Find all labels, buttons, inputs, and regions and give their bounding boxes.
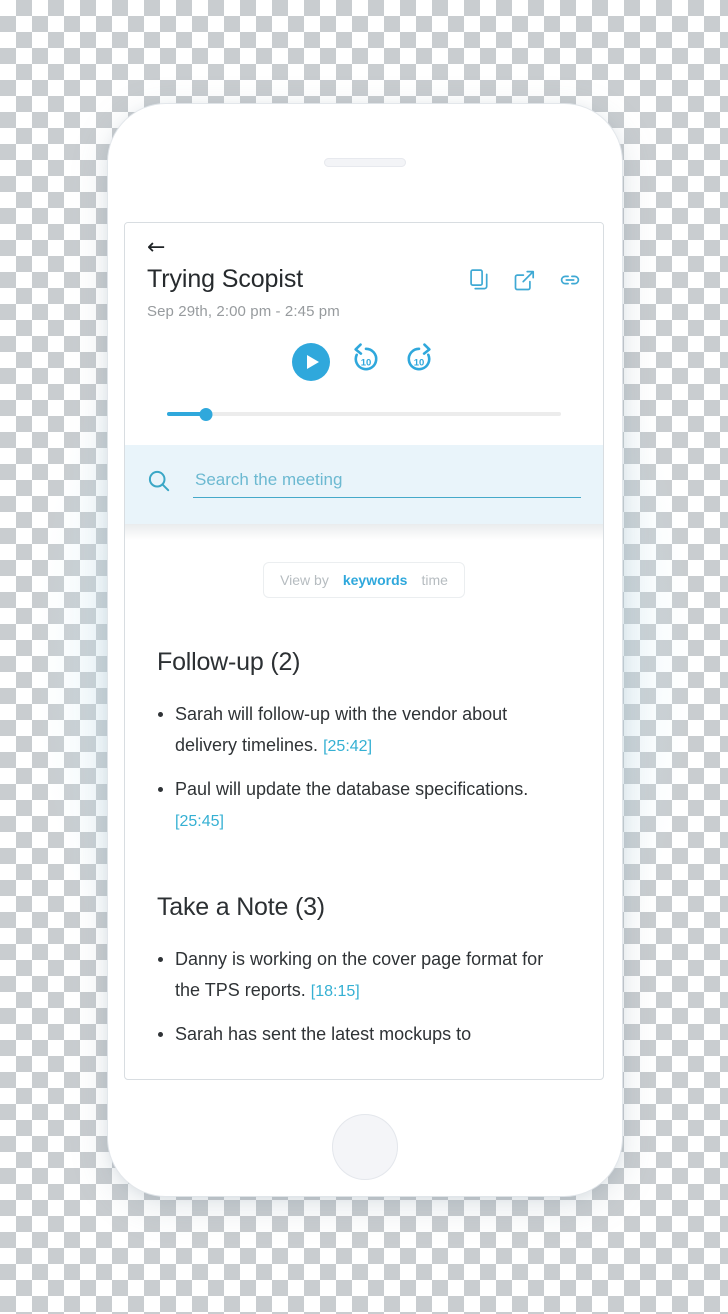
play-button[interactable] xyxy=(292,342,330,381)
section-title: Follow-up (2) xyxy=(157,648,301,676)
header-actions xyxy=(470,269,581,296)
forward-10-button[interactable]: 10 xyxy=(402,342,436,381)
view-by-toggle: View by keywords time xyxy=(263,562,465,598)
share-external-icon[interactable] xyxy=(514,270,535,296)
view-by-time-option[interactable]: time xyxy=(421,572,447,588)
search-icon[interactable] xyxy=(147,469,171,498)
meeting-date-range: Sep 29th, 2:00 pm - 2:45 pm xyxy=(147,303,340,320)
back-arrow-icon[interactable]: ← xyxy=(147,237,173,261)
search-bar xyxy=(125,445,603,524)
list-item: Sarah has sent the latest mockups to xyxy=(157,1019,571,1050)
list-item-timestamp[interactable]: [25:42] xyxy=(323,738,372,755)
app-screenshot-card: ← Trying Scopist Sep 29th, 2:00 pm - 2:4… xyxy=(124,222,604,1080)
rewind-10-button[interactable]: 10 xyxy=(349,342,383,381)
rewind-seconds-label: 10 xyxy=(361,358,372,369)
phone-home-button[interactable] xyxy=(332,1114,398,1180)
search-input[interactable] xyxy=(193,469,581,498)
copy-icon[interactable] xyxy=(470,269,490,296)
playback-progress-slider[interactable] xyxy=(167,405,561,423)
progress-track xyxy=(167,412,561,416)
phone-earpiece-speaker xyxy=(324,158,406,167)
play-icon xyxy=(307,354,319,369)
list-item-timestamp[interactable]: [18:15] xyxy=(311,983,360,1000)
list-item: Paul will update the database specificat… xyxy=(157,774,571,837)
section-follow-up: Follow-up (2) Sarah will follow-up with … xyxy=(125,648,603,837)
app-header: ← Trying Scopist Sep 29th, 2:00 pm - 2:4… xyxy=(125,223,603,423)
section-title: Take a Note (3) xyxy=(157,893,325,921)
progress-thumb[interactable] xyxy=(199,407,213,421)
link-icon[interactable] xyxy=(559,273,581,292)
view-by-toggle-wrap: View by keywords time xyxy=(125,562,603,598)
page-title: Trying Scopist xyxy=(147,265,304,293)
list-item-timestamp[interactable]: [25:45] xyxy=(175,813,224,830)
follow-up-list: Sarah will follow-up with the vendor abo… xyxy=(157,699,571,837)
title-row: Trying Scopist xyxy=(147,263,581,296)
forward-seconds-label: 10 xyxy=(414,358,425,369)
view-by-keywords-option[interactable]: keywords xyxy=(343,572,408,588)
search-bar-shadow xyxy=(125,524,603,540)
list-item-text: Sarah has sent the latest mockups to xyxy=(175,1024,472,1044)
take-a-note-list: Danny is working on the cover page forma… xyxy=(157,944,571,1050)
section-take-a-note: Take a Note (3) Danny is working on the … xyxy=(125,893,603,1050)
list-item-text: Paul will update the database specificat… xyxy=(175,779,529,799)
list-item: Sarah will follow-up with the vendor abo… xyxy=(157,699,571,762)
list-item: Danny is working on the cover page forma… xyxy=(157,944,571,1007)
audio-transport-controls: 10 10 xyxy=(147,342,581,381)
view-by-label: View by xyxy=(280,572,329,588)
